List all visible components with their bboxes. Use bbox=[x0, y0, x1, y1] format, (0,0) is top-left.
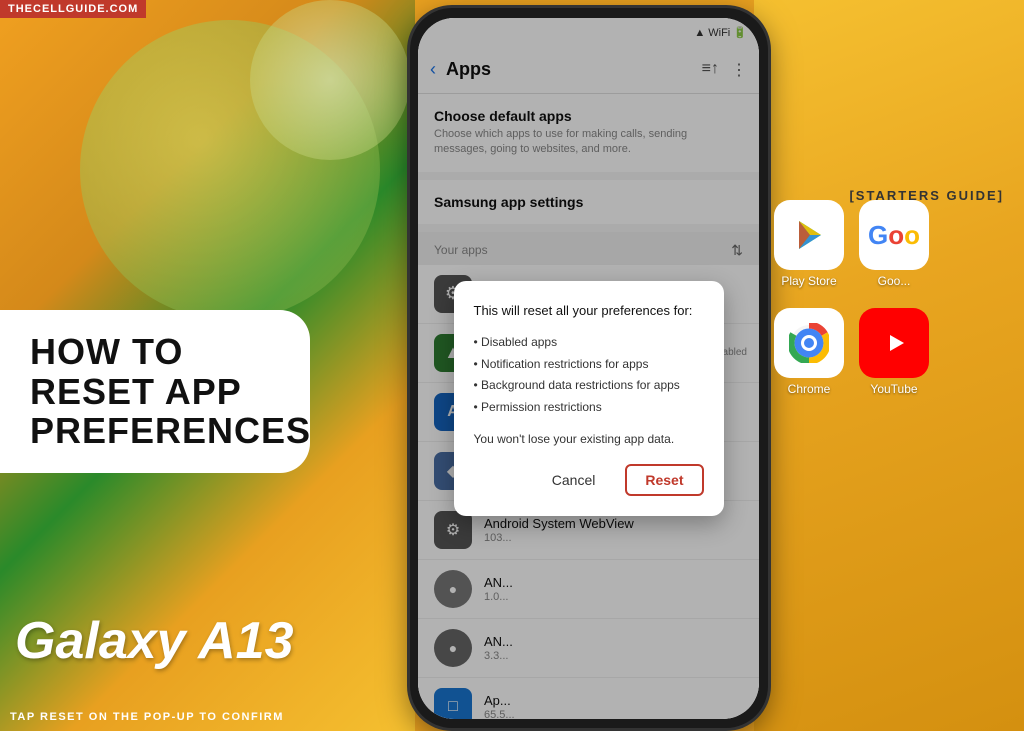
dialog-overlay: This will reset all your preferences for… bbox=[418, 18, 759, 719]
dialog-bullet-3: • Background data restrictions for apps bbox=[474, 375, 704, 397]
dialog-buttons: Cancel Reset bbox=[474, 464, 704, 496]
dialog-note: You won't lose your existing app data. bbox=[474, 430, 704, 448]
right-icons-area: Play Store Goo Goo... bbox=[774, 200, 1014, 396]
how-to-title: HOW TORESET APPPREFERENCES bbox=[30, 332, 280, 451]
device-name: Galaxy A13 bbox=[15, 611, 360, 671]
dialog-bullet-4: • Permission restrictions bbox=[474, 397, 704, 419]
icon-row-2: Chrome YouTube bbox=[774, 308, 1014, 396]
dialog-bullet-2: • Notification restrictions for apps bbox=[474, 354, 704, 376]
dialog-title: This will reset all your preferences for… bbox=[474, 301, 704, 321]
galaxy-label: Galaxy A13 bbox=[0, 611, 360, 671]
chrome-label: Chrome bbox=[788, 382, 831, 396]
google-label: Goo... bbox=[878, 274, 911, 288]
play-store-label: Play Store bbox=[781, 274, 836, 288]
how-to-box: HOW TORESET APPPREFERENCES bbox=[0, 310, 310, 473]
phone-screen: ▲ WiFi 🔋 ‹ Apps ≡↑ ⋮ Choose default apps… bbox=[418, 18, 759, 719]
google-wrapper[interactable]: Goo Goo... bbox=[859, 200, 929, 288]
bottom-caption: TAP RESET ON THE POP-UP TO CONFIRM bbox=[10, 711, 284, 723]
play-store-wrapper[interactable]: Play Store bbox=[774, 200, 844, 288]
cancel-button[interactable]: Cancel bbox=[542, 466, 606, 494]
youtube-icon bbox=[859, 308, 929, 378]
reset-dialog: This will reset all your preferences for… bbox=[454, 281, 724, 517]
icon-row-1: Play Store Goo Goo... bbox=[774, 200, 1014, 288]
reset-button[interactable]: Reset bbox=[625, 464, 703, 496]
google-icon: Goo bbox=[859, 200, 929, 270]
dialog-bullet-1: • Disabled apps bbox=[474, 332, 704, 354]
chrome-wrapper[interactable]: Chrome bbox=[774, 308, 844, 396]
youtube-label: YouTube bbox=[870, 382, 917, 396]
decorative-circle-small bbox=[250, 0, 410, 160]
chrome-icon bbox=[774, 308, 844, 378]
youtube-wrapper[interactable]: YouTube bbox=[859, 308, 929, 396]
dialog-list: • Disabled apps • Notification restricti… bbox=[474, 332, 704, 418]
site-label: THECELLGUIDE.COM bbox=[0, 0, 146, 18]
play-store-icon bbox=[774, 200, 844, 270]
